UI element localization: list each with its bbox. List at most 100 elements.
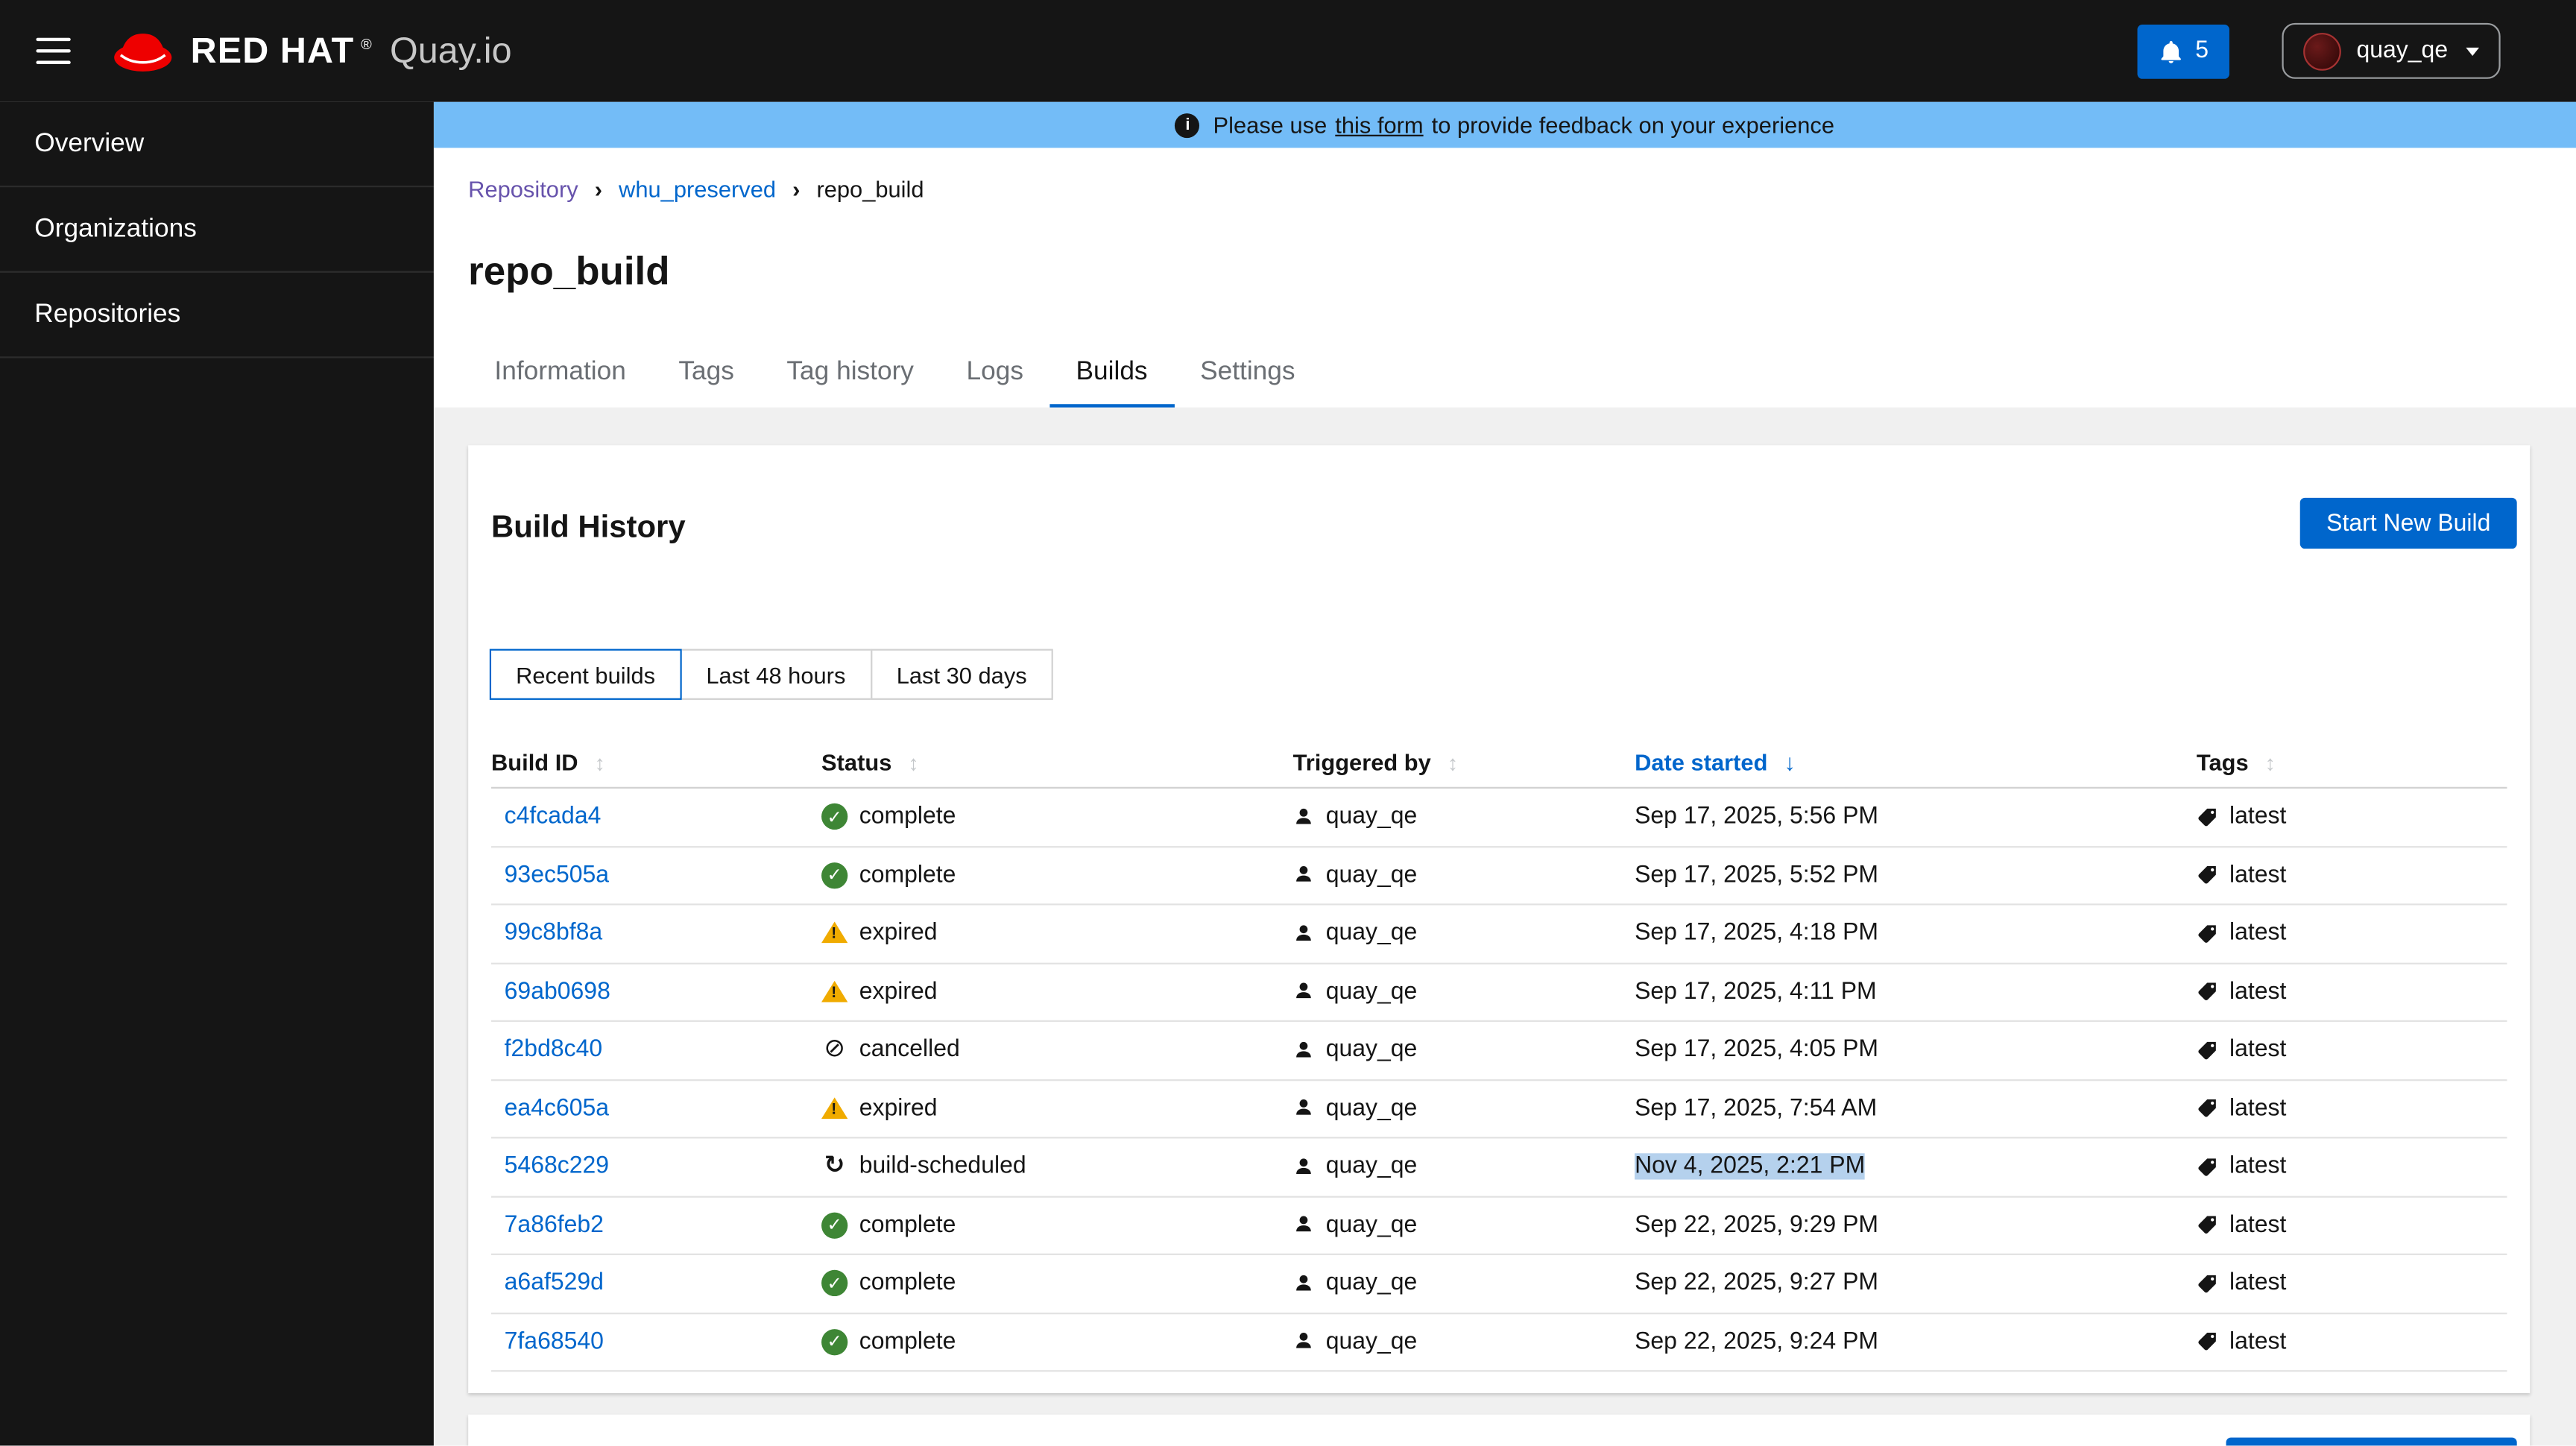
notifications-button[interactable]: 5 xyxy=(2138,23,2230,78)
build-id-link[interactable]: ea4c605a xyxy=(505,1096,609,1122)
status-cell: complete xyxy=(821,1212,1293,1239)
banner-text-prefix: Please use xyxy=(1213,111,1328,139)
build-id-link[interactable]: 99c8bf8a xyxy=(505,921,603,947)
masthead: RED HAT ® Quay.io 5 quay_qe xyxy=(0,0,2576,102)
build-id-link[interactable]: 7fa68540 xyxy=(505,1329,604,1355)
tag-icon xyxy=(2197,806,2218,828)
column-header[interactable]: Status xyxy=(821,748,1293,774)
date-started-text: Sep 17, 2025, 5:52 PM xyxy=(1635,862,1879,888)
date-started-cell: Sep 17, 2025, 4:11 PM xyxy=(1635,979,2197,1005)
sidebar-item[interactable]: Organizations xyxy=(0,187,434,273)
column-header-label: Triggered by xyxy=(1292,748,1431,775)
tag-icon xyxy=(2197,1331,2218,1353)
user-icon xyxy=(1293,1040,1315,1061)
build-id-link[interactable]: 7a86feb2 xyxy=(505,1212,604,1238)
sidebar-item[interactable]: Repositories xyxy=(0,273,434,359)
sort-icon[interactable] xyxy=(595,748,605,774)
triggered-by-cell: quay_qe xyxy=(1293,1154,1635,1180)
hamburger-icon xyxy=(36,37,71,42)
status-icon xyxy=(821,921,848,947)
breadcrumb-item: Repository xyxy=(468,176,578,202)
tag-icon xyxy=(2197,865,2218,886)
triggered-by-cell: quay_qe xyxy=(1293,803,1635,830)
redhat-fedora-icon xyxy=(114,34,172,72)
sort-icon[interactable] xyxy=(2265,748,2276,774)
tab[interactable]: Settings xyxy=(1174,358,1322,408)
tab[interactable]: Tag history xyxy=(760,358,940,408)
build-id-cell: f2bd8c40 xyxy=(491,1037,821,1063)
tab[interactable]: Builds xyxy=(1049,358,1174,409)
bell-icon xyxy=(2162,40,2182,63)
user-icon xyxy=(1293,1156,1315,1178)
date-started-cell: Sep 22, 2025, 9:24 PM xyxy=(1635,1329,2197,1355)
status-icon xyxy=(821,1270,848,1297)
sort-icon[interactable] xyxy=(1448,748,1458,774)
brand-text: RED HAT xyxy=(190,29,355,71)
build-id-cell: a6af529d xyxy=(491,1270,821,1296)
sort-icon[interactable] xyxy=(1784,748,1795,774)
breadcrumb-link[interactable]: Repository xyxy=(468,176,578,202)
build-filter-button[interactable]: Recent builds xyxy=(489,648,682,700)
tab[interactable]: Information xyxy=(468,358,652,408)
masthead-toolbar: 5 quay_qe xyxy=(2138,22,2576,79)
build-id-link[interactable]: a6af529d xyxy=(505,1270,604,1296)
date-started-cell: Sep 17, 2025, 5:56 PM xyxy=(1635,803,2197,830)
build-id-cell: c4fcada4 xyxy=(491,803,821,830)
table-row: 7a86feb2 complete xyxy=(491,1197,2507,1255)
column-header[interactable]: Date started xyxy=(1635,748,2197,774)
sidebar: Overview Organizations Repositories xyxy=(0,101,434,1446)
build-id-link[interactable]: f2bd8c40 xyxy=(505,1037,603,1063)
column-header[interactable]: Triggered by xyxy=(1293,748,1635,774)
triggered-by-text: quay_qe xyxy=(1325,1037,1418,1064)
redhat-quay-logo: RED HAT ® Quay.io xyxy=(110,26,512,75)
user-menu-button[interactable]: quay_qe xyxy=(2282,22,2501,79)
user-icon xyxy=(1293,981,1315,1003)
column-header[interactable]: Build ID xyxy=(491,748,821,774)
build-filter-button[interactable]: Last 48 hours xyxy=(680,648,872,700)
feedback-banner: Please use this form to provide feedback… xyxy=(433,101,2576,148)
start-new-build-button[interactable]: Start New Build xyxy=(2299,497,2517,549)
build-id-cell: 7fa68540 xyxy=(491,1329,821,1355)
status-cell: complete xyxy=(821,1328,1293,1355)
column-header[interactable]: Tags xyxy=(2197,748,2507,774)
status-text: expired xyxy=(859,1095,938,1122)
sidebar-item-label: Overview xyxy=(34,129,145,157)
build-filter-label: Last 48 hours xyxy=(706,661,846,688)
hamburger-menu-button[interactable] xyxy=(30,31,78,72)
page-title: repo_build xyxy=(468,250,670,294)
registered-mark: ® xyxy=(361,36,372,53)
status-icon xyxy=(821,862,848,888)
user-icon xyxy=(1293,1331,1315,1353)
build-id-link[interactable]: 5468c229 xyxy=(505,1154,609,1180)
tab[interactable]: Logs xyxy=(940,358,1049,408)
table-row: f2bd8c40 cancelled xyxy=(491,1022,2507,1081)
build-id-link[interactable]: 93ec505a xyxy=(505,862,609,888)
tab-label: Settings xyxy=(1200,358,1295,386)
triggered-by-cell: quay_qe xyxy=(1293,921,1635,947)
tag-icon xyxy=(2197,1214,2218,1236)
triggered-by-cell: quay_qe xyxy=(1293,1270,1635,1297)
tag-text: latest xyxy=(2229,1153,2287,1181)
breadcrumb-link[interactable]: repo_build xyxy=(816,176,924,202)
status-text: complete xyxy=(859,862,956,888)
builds-table: Build ID Status Triggered by xyxy=(491,736,2507,1372)
status-text: build-scheduled xyxy=(859,1153,1026,1181)
user-icon xyxy=(1293,1098,1315,1120)
build-id-link[interactable]: 69ab0698 xyxy=(505,979,610,1005)
tab[interactable]: Tags xyxy=(652,358,760,408)
build-id-link[interactable]: c4fcada4 xyxy=(505,803,602,830)
builds-table-body: c4fcada4 complete xyxy=(491,789,2507,1372)
tags-cell: latest xyxy=(2197,1270,2507,1297)
tags-cell: latest xyxy=(2197,1154,2507,1180)
sidebar-item[interactable]: Overview xyxy=(0,102,434,188)
build-filter-button[interactable]: Last 30 days xyxy=(870,648,1053,700)
tag-text: latest xyxy=(2229,803,2287,830)
column-header-label: Tags xyxy=(2196,748,2249,775)
sidebar-item-label: Repositories xyxy=(34,300,181,328)
status-text: complete xyxy=(859,803,956,830)
primary-button-partial[interactable] xyxy=(2226,1437,2517,1446)
breadcrumb-link[interactable]: whu_preserved xyxy=(619,176,776,202)
feedback-form-link[interactable]: this form xyxy=(1335,112,1423,138)
sort-icon[interactable] xyxy=(908,748,918,774)
table-row: 93ec505a complete xyxy=(491,847,2507,906)
